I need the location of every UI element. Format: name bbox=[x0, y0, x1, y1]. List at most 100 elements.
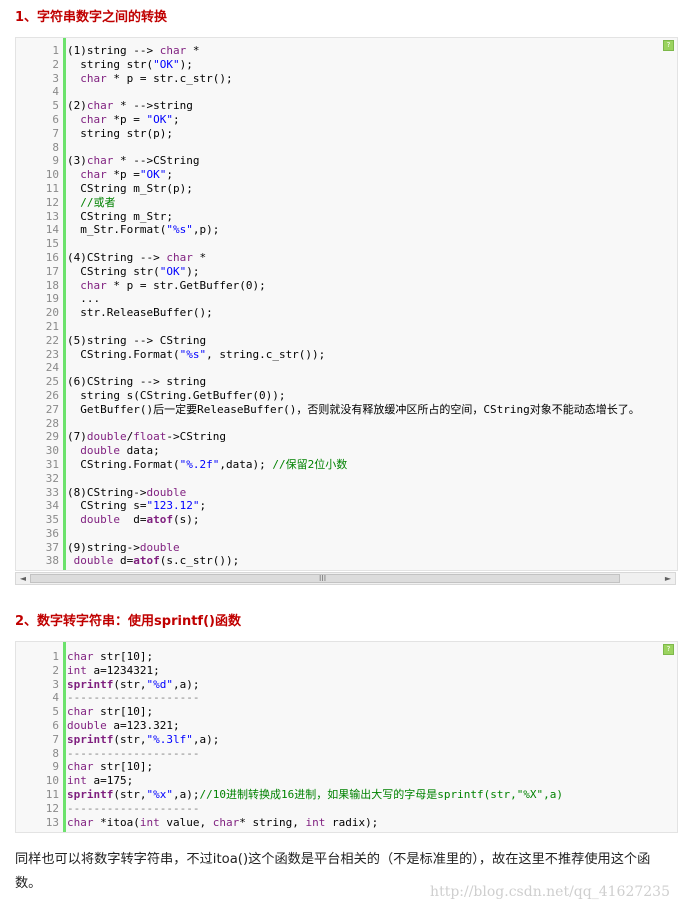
code-line: -------------------- bbox=[67, 746, 200, 760]
code-line: m_Str.Format("%s",p); bbox=[67, 223, 220, 237]
line-number: 10 bbox=[45, 168, 59, 182]
line-number: 19 bbox=[45, 292, 59, 306]
code-line: char *itoa(int value, char* string, int … bbox=[67, 815, 379, 829]
line-number: 2 bbox=[52, 57, 59, 71]
line-number: 3 bbox=[52, 71, 59, 85]
line-number: 36 bbox=[45, 526, 59, 540]
code-lines: char str[10]; int a=1234321; sprintf(str,"… bbox=[67, 650, 563, 829]
code-line: GetBuffer()后一定要ReleaseBuffer()，否则就没有释放缓冲… bbox=[67, 402, 640, 416]
line-number: 24 bbox=[45, 361, 59, 375]
section2-title: 2、数字转字符串：使用sprintf()函数 bbox=[15, 614, 241, 629]
code-line: CString str("OK"); bbox=[67, 264, 200, 278]
line-number: 5 bbox=[52, 99, 59, 113]
line-numbers: 1 2 3 4 5 6 7 8 9 10 11 12 13 14 15 16 17 18 19 20 21 22 23 24 2… bbox=[16, 44, 59, 568]
code-line: char str[10]; bbox=[67, 760, 154, 774]
code-line: CString m_Str; bbox=[67, 209, 173, 223]
code-line: string str("OK"); bbox=[67, 57, 193, 71]
line-number: 11 bbox=[45, 181, 59, 195]
gutter-line bbox=[63, 642, 66, 832]
code-line: double a=123.321; bbox=[67, 718, 180, 732]
code-line: (2)char * -->string bbox=[67, 99, 193, 113]
line-number: 18 bbox=[45, 278, 59, 292]
code-line: (7)double/float->CString bbox=[67, 430, 226, 444]
line-number: 28 bbox=[45, 416, 59, 430]
code-line: char str[10]; bbox=[67, 705, 154, 719]
code-line: -------------------- bbox=[67, 691, 200, 705]
code-line: (6)CString --> string bbox=[67, 375, 207, 389]
line-number: 1 bbox=[52, 650, 59, 663]
line-number: 34 bbox=[45, 499, 59, 513]
code-line: char *p = "OK"; bbox=[80, 112, 180, 126]
code-line: sprintf(str,"%.3lf",a); bbox=[67, 732, 220, 746]
line-number: 12 bbox=[45, 801, 59, 815]
code-line: ... bbox=[67, 292, 101, 306]
code-line: double data; bbox=[80, 444, 160, 458]
code-line: char * p = str.c_str(); bbox=[80, 71, 233, 85]
line-number: 4 bbox=[52, 691, 59, 705]
line-number: 30 bbox=[45, 444, 59, 458]
line-numbers: 1 2 3 4 5 6 7 8 9 10 11 12 13 bbox=[16, 650, 59, 829]
line-number: 6 bbox=[52, 112, 59, 126]
code-line: sprintf(str,"%x",a);//10进制转换成16进制，如果输出大写… bbox=[67, 787, 564, 801]
code-block-2: ? 1 2 3 4 5 6 7 8 9 10 11 12 13 char str[10]; int a=1… bbox=[15, 641, 678, 833]
code-line: string str(p); bbox=[67, 126, 173, 140]
code-line: CString.Format("%.2f",data); //保留2位小数 bbox=[67, 457, 348, 471]
code-lines: (1)string --> char * string str("OK"); c… bbox=[67, 44, 640, 568]
code-line: char *p ="OK"; bbox=[80, 168, 173, 182]
code-line: int a=1234321; bbox=[67, 663, 160, 677]
line-number: 7 bbox=[52, 732, 59, 746]
code-line: CString m_Str(p); bbox=[67, 181, 193, 195]
line-number: 38 bbox=[45, 554, 59, 568]
line-number: 13 bbox=[45, 209, 59, 223]
line-number: 12 bbox=[45, 195, 59, 209]
line-number: 11 bbox=[45, 787, 59, 801]
line-number: 15 bbox=[45, 237, 59, 251]
line-number: 2 bbox=[52, 663, 59, 677]
line-number: 32 bbox=[45, 471, 59, 485]
line-number: 33 bbox=[45, 485, 59, 499]
scroll-thumb[interactable]: III bbox=[30, 574, 620, 583]
line-number: 16 bbox=[45, 250, 59, 264]
code-line: CString s="123.12"; bbox=[67, 499, 207, 513]
line-number: 23 bbox=[45, 347, 59, 361]
line-number: 9 bbox=[52, 760, 59, 774]
line-number: 26 bbox=[45, 388, 59, 402]
line-number: 27 bbox=[45, 402, 59, 416]
line-number: 14 bbox=[45, 223, 59, 237]
code-line: (8)CString->double bbox=[67, 485, 187, 499]
line-number: 9 bbox=[52, 154, 59, 168]
line-number: 7 bbox=[52, 126, 59, 140]
line-number: 22 bbox=[45, 333, 59, 347]
line-number: 13 bbox=[45, 815, 59, 829]
code-line: (3)char * -->CString bbox=[67, 154, 200, 168]
line-number: 21 bbox=[45, 319, 59, 333]
code-block-1: ? 1 2 3 4 5 6 7 8 9 10 11 12 13 14 15 16 17 18 19 20 21 22 23 2… bbox=[15, 37, 678, 571]
line-number: 5 bbox=[52, 705, 59, 719]
line-number: 8 bbox=[52, 746, 59, 760]
code-line: int a=175; bbox=[67, 774, 134, 788]
gutter-line bbox=[63, 38, 66, 570]
grip-icon: III bbox=[319, 574, 327, 583]
watermark: http://blog.csdn.net/qq_41627235 bbox=[430, 884, 670, 900]
line-number: 20 bbox=[45, 306, 59, 320]
line-number: 10 bbox=[45, 774, 59, 788]
code-line: //或者 bbox=[80, 195, 116, 209]
scroll-left-icon[interactable]: ◄ bbox=[16, 573, 30, 584]
code-line: str.ReleaseBuffer(); bbox=[67, 306, 213, 320]
horizontal-scrollbar[interactable]: ◄ III ► bbox=[15, 572, 676, 585]
code-line: -------------------- bbox=[67, 801, 200, 815]
line-number: 31 bbox=[45, 457, 59, 471]
code-line: (4)CString --> char * bbox=[67, 250, 207, 264]
line-number: 25 bbox=[45, 375, 59, 389]
line-number: 29 bbox=[45, 430, 59, 444]
code-line: sprintf(str,"%d",a); bbox=[67, 677, 200, 691]
toolbar-help-icon[interactable]: ? bbox=[663, 644, 674, 655]
scroll-right-icon[interactable]: ► bbox=[661, 573, 675, 584]
toolbar-help-icon[interactable]: ? bbox=[663, 40, 674, 51]
line-number: 1 bbox=[52, 44, 59, 57]
code-line: (9)string->double bbox=[67, 540, 180, 554]
line-number: 3 bbox=[52, 677, 59, 691]
